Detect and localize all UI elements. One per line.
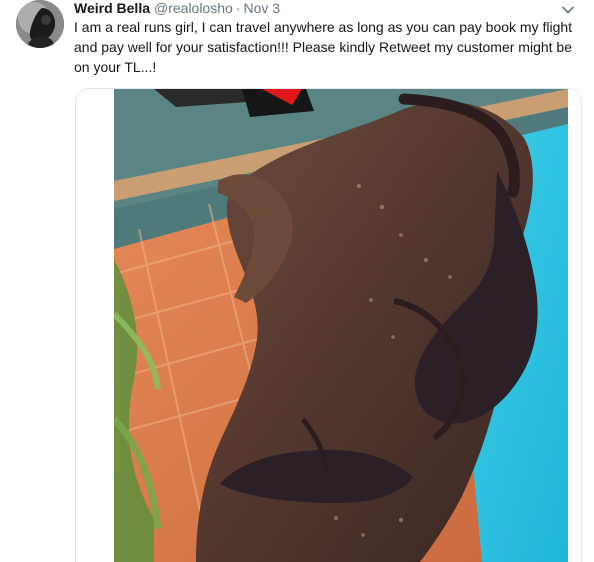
author-handle[interactable]: @realolosho [154, 0, 233, 18]
tweet-text: I am a real runs girl, I can travel anyw… [74, 19, 573, 75]
tweet-photo[interactable] [114, 89, 568, 562]
photo-image [114, 89, 568, 562]
chevron-down-icon[interactable] [560, 2, 576, 18]
tweet-media[interactable] [75, 88, 582, 562]
tweet: Weird Bella @realolosho · Nov 3 I am a r… [0, 0, 594, 562]
avatar[interactable] [16, 0, 64, 48]
tweet-timestamp[interactable]: Nov 3 [243, 0, 280, 18]
separator-dot: · [235, 0, 241, 16]
avatar-image [16, 0, 64, 48]
tweet-header: Weird Bella @realolosho · Nov 3 [74, 0, 578, 18]
author-name[interactable]: Weird Bella [74, 0, 150, 18]
